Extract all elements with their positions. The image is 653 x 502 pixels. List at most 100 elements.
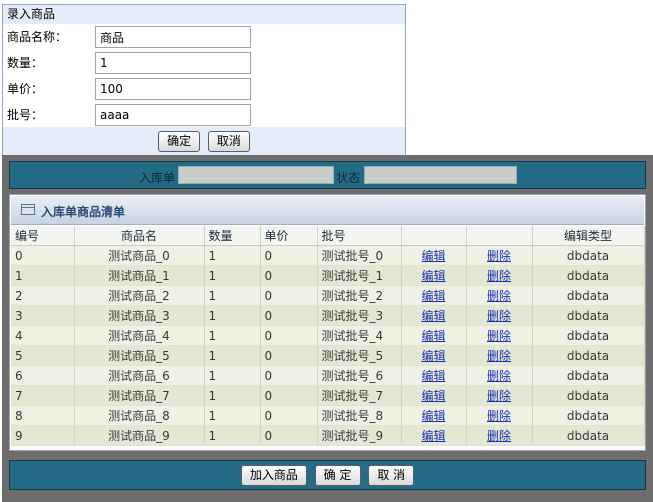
- row-name-cell: 测试商品_7: [74, 385, 205, 406]
- order-filter-bar: 入库单 状态: [9, 161, 646, 189]
- row-delete-link[interactable]: 删除: [487, 309, 511, 323]
- row-edit-link[interactable]: 编辑: [421, 389, 445, 403]
- row-batch-cell: 测试批号_3: [317, 305, 402, 326]
- row-edit-link[interactable]: 编辑: [421, 409, 445, 423]
- row-id-cell: 8: [11, 405, 75, 426]
- row-qty-cell: 1: [204, 365, 261, 386]
- row-edit-type: dbdata: [566, 268, 610, 283]
- row-price-cell: 0: [260, 285, 318, 306]
- row-id: 1: [15, 268, 23, 283]
- order-label: 入库单: [139, 171, 176, 185]
- row-edit-link[interactable]: 编辑: [421, 249, 445, 263]
- table-row: 6 测试商品_6 1 0 测试批号_6 编辑 删除 dbdata: [11, 365, 645, 386]
- row-name: 测试商品_3: [108, 309, 170, 323]
- form-row-price: 单价：: [3, 76, 405, 102]
- row-edit-type: dbdata: [566, 288, 610, 303]
- row-id-cell: 6: [11, 365, 75, 386]
- row-delete-link-cell: 删除: [466, 305, 533, 326]
- row-id-cell: 5: [11, 345, 75, 366]
- product-entry-form: 录入商品 商品名称： 数量： 单价： 批号： 确定 取消: [2, 4, 406, 156]
- row-qty: 1: [208, 288, 217, 303]
- row-delete-link[interactable]: 删除: [487, 249, 511, 263]
- col-header-batch: 批号: [317, 226, 402, 246]
- row-qty: 1: [208, 268, 217, 283]
- quantity-label: 数量：: [7, 56, 44, 70]
- unit-price-input[interactable]: [95, 78, 251, 100]
- table-row: 4 测试商品_4 1 0 测试批号_4 编辑 删除 dbdata: [11, 325, 645, 346]
- row-edit-link[interactable]: 编辑: [421, 309, 445, 323]
- row-batch-cell: 测试批号_0: [317, 245, 402, 266]
- row-qty-cell: 1: [204, 265, 261, 286]
- row-edit-link[interactable]: 编辑: [421, 329, 445, 343]
- table-row: 8 测试商品_8 1 0 测试批号_8 编辑 删除 dbdata: [11, 405, 645, 426]
- row-id: 4: [15, 328, 23, 343]
- row-delete-link[interactable]: 删除: [487, 389, 511, 403]
- row-edit-link[interactable]: 编辑: [421, 369, 445, 383]
- row-price-cell: 0: [260, 385, 318, 406]
- form-cancel-button[interactable]: 取消: [207, 131, 250, 152]
- batch-number-input[interactable]: [95, 104, 251, 126]
- row-price: 0: [264, 428, 273, 443]
- form-confirm-button[interactable]: 确定: [158, 131, 201, 152]
- row-price: 0: [264, 388, 273, 403]
- row-id-cell: 3: [11, 305, 75, 326]
- row-name-cell: 测试商品_3: [74, 305, 205, 326]
- row-id-cell: 4: [11, 325, 75, 346]
- row-delete-link-cell: 删除: [466, 345, 533, 366]
- row-delete-link[interactable]: 删除: [487, 429, 511, 443]
- row-batch: 测试批号_3: [321, 309, 384, 323]
- row-price-cell: 0: [260, 345, 318, 366]
- list-title: 入库单商品清单: [41, 205, 126, 219]
- form-row-batch: 批号：: [3, 102, 405, 128]
- quantity-input[interactable]: [95, 52, 251, 74]
- col-header-name: 商品名: [74, 226, 205, 246]
- row-edit-type: dbdata: [566, 348, 610, 363]
- row-qty: 1: [208, 388, 217, 403]
- row-edit-link[interactable]: 编辑: [421, 349, 445, 363]
- bottom-confirm-button[interactable]: 确 定: [314, 465, 361, 486]
- row-batch: 测试批号_6: [321, 369, 384, 383]
- add-product-button[interactable]: 加入商品: [240, 465, 307, 486]
- batch-number-label: 批号：: [7, 108, 44, 122]
- row-delete-link[interactable]: 删除: [487, 369, 511, 383]
- row-batch: 测试批号_0: [321, 249, 384, 263]
- row-id: 0: [15, 248, 23, 263]
- row-price-cell: 0: [260, 265, 318, 286]
- bottom-cancel-button[interactable]: 取 消: [368, 465, 415, 486]
- order-input[interactable]: [178, 166, 334, 184]
- table-row: 0 测试商品_0 1 0 测试批号_0 编辑 删除 dbdata: [11, 245, 645, 266]
- row-delete-link[interactable]: 删除: [487, 329, 511, 343]
- status-input[interactable]: [364, 166, 517, 184]
- row-batch-cell: 测试批号_7: [317, 385, 402, 406]
- row-id: 9: [15, 428, 23, 443]
- row-batch-cell: 测试批号_1: [317, 265, 402, 286]
- row-delete-link[interactable]: 删除: [487, 269, 511, 283]
- row-delete-link[interactable]: 删除: [487, 349, 511, 363]
- row-batch: 测试批号_1: [321, 269, 384, 283]
- col-header-qty: 数量: [204, 226, 261, 246]
- form-button-bar: 确定 取消: [3, 127, 405, 155]
- stock-in-panel: 入库单 状态 入库单商品清单 编号 商品名 数量 单价 批号 编辑类型 0 测试…: [2, 155, 653, 502]
- row-edit-type: dbdata: [566, 388, 610, 403]
- row-name-cell: 测试商品_2: [74, 285, 205, 306]
- table-row: 9 测试商品_9 1 0 测试批号_9 编辑 删除 dbdata: [11, 425, 645, 446]
- row-delete-link-cell: 删除: [466, 385, 533, 406]
- row-delete-link[interactable]: 删除: [487, 409, 511, 423]
- row-qty-cell: 1: [204, 245, 261, 266]
- row-edit-type-cell: dbdata: [532, 265, 645, 286]
- row-id: 2: [15, 288, 23, 303]
- row-edit-link[interactable]: 编辑: [421, 289, 445, 303]
- product-name-input[interactable]: [95, 26, 251, 48]
- row-edit-link[interactable]: 编辑: [421, 269, 445, 283]
- row-edit-link-cell: 编辑: [401, 245, 467, 266]
- row-edit-link[interactable]: 编辑: [421, 429, 445, 443]
- row-edit-type-cell: dbdata: [532, 325, 645, 346]
- row-price: 0: [264, 328, 273, 343]
- row-batch: 测试批号_5: [321, 349, 384, 363]
- row-edit-type-cell: dbdata: [532, 405, 645, 426]
- row-name: 测试商品_9: [108, 429, 170, 443]
- row-id-cell: 2: [11, 285, 75, 306]
- row-delete-link[interactable]: 删除: [487, 289, 511, 303]
- row-batch: 测试批号_4: [321, 329, 384, 343]
- row-qty: 1: [208, 308, 217, 323]
